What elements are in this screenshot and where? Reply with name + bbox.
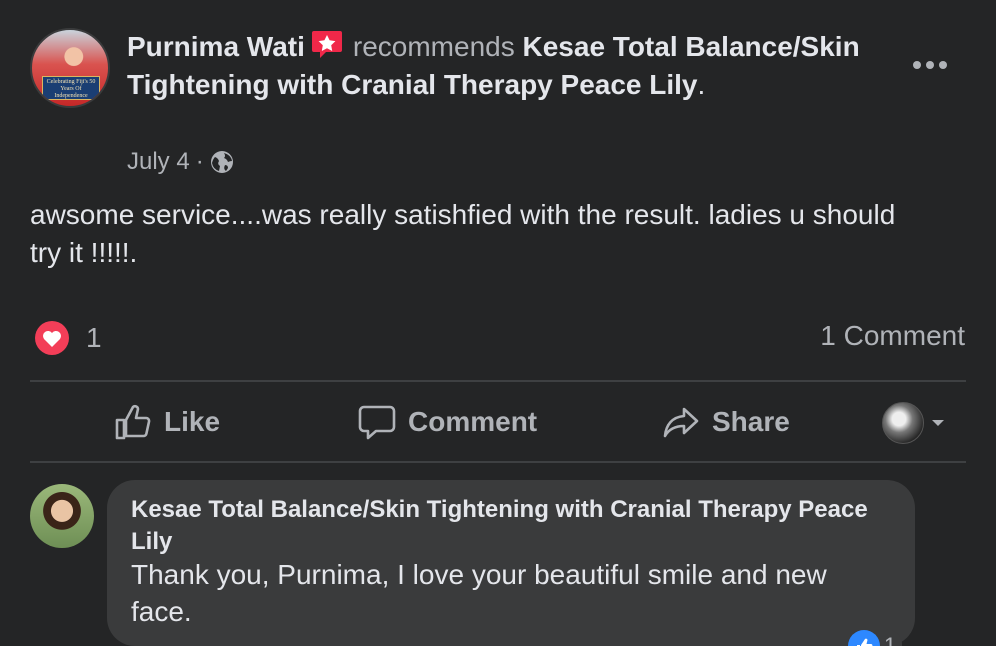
love-count: 1 xyxy=(86,322,102,353)
post-header: Purnima Wati recommends Kesae Total Bala… xyxy=(127,28,887,104)
like-label: Like xyxy=(164,406,221,437)
share-icon xyxy=(663,407,699,438)
share-label: Share xyxy=(712,406,790,437)
post-text: awsome service....was really satishfied … xyxy=(30,199,896,268)
header-period: . xyxy=(697,69,706,100)
commenter-avatar[interactable] xyxy=(30,484,94,548)
comment-count-link[interactable]: 1 Comment xyxy=(820,320,965,352)
author-avatar[interactable]: Celebrating Fiji's 50 Years Of Independe… xyxy=(30,28,110,108)
meta-separator: · xyxy=(195,148,204,175)
comment-icon xyxy=(358,405,396,440)
comment-author-link[interactable]: Kesae Total Balance/Skin Tightening with… xyxy=(131,494,891,558)
comment-text: Thank you, Purnima, I love your beautifu… xyxy=(131,559,827,627)
comment-like-count: 1 xyxy=(884,633,897,646)
share-button[interactable]: Share xyxy=(662,384,790,460)
more-icon xyxy=(913,61,947,69)
more-options-button[interactable] xyxy=(908,52,952,78)
post-date[interactable]: July 4 xyxy=(127,148,190,176)
post-card: Celebrating Fiji's 50 Years Of Independe… xyxy=(0,0,996,646)
caret-down-icon xyxy=(932,420,944,426)
comment-reaction-count[interactable]: 1 xyxy=(848,630,903,646)
love-reaction-icon xyxy=(35,321,69,355)
recommends-verb: recommends xyxy=(352,31,515,62)
like-icon xyxy=(115,404,151,440)
like-button[interactable]: Like xyxy=(114,384,220,460)
avatar-frame-banner: Celebrating Fiji's 50 Years Of Independe… xyxy=(42,76,100,100)
comment-button[interactable]: Comment xyxy=(358,384,537,460)
divider-top xyxy=(30,380,966,382)
action-bar: Like Comment Share xyxy=(30,384,966,460)
comment-bubble: Kesae Total Balance/Skin Tightening with… xyxy=(107,480,915,646)
author-name[interactable]: Purnima Wati xyxy=(127,31,305,62)
like-reaction-icon xyxy=(848,630,880,646)
divider-bottom xyxy=(30,461,966,463)
post-meta: July 4 · xyxy=(127,148,234,176)
recommend-icon xyxy=(311,31,342,58)
viewer-avatar xyxy=(882,402,924,444)
audience-selector[interactable] xyxy=(882,402,946,444)
comment-label: Comment xyxy=(408,406,538,437)
globe-icon[interactable] xyxy=(210,150,234,174)
reaction-summary[interactable]: 1 xyxy=(34,320,102,356)
